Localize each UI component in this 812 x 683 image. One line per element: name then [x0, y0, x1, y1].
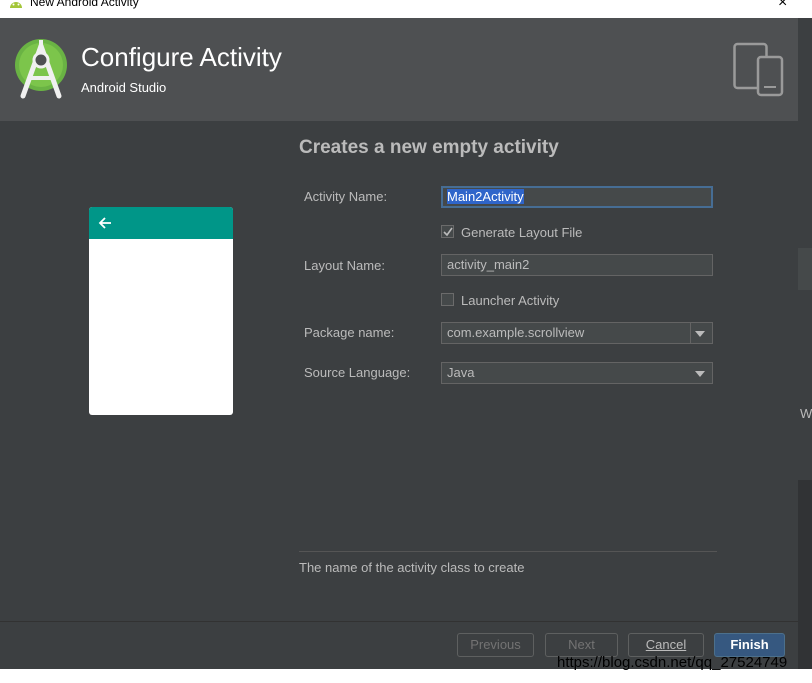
package-name-value: com.example.scrollview: [447, 325, 585, 340]
source-language-label: Source Language:: [304, 365, 411, 380]
window-title: New Android Activity: [30, 0, 139, 9]
source-language-select[interactable]: Java: [441, 362, 713, 384]
android-icon: [8, 0, 24, 11]
arrow-left-icon: [98, 215, 112, 234]
form-heading: Creates a new empty activity: [299, 137, 559, 158]
tablet-phone-icon: [733, 42, 785, 102]
launcher-activity-label: Launcher Activity: [461, 293, 560, 308]
activity-name-label: Activity Name:: [304, 189, 388, 204]
activity-name-value: Main2Activity: [447, 189, 524, 204]
close-icon[interactable]: ×: [778, 0, 787, 12]
divider: [299, 551, 717, 552]
layout-name-input[interactable]: activity_main2: [441, 254, 713, 276]
background-window-edge: W: [798, 18, 812, 683]
page-title: Configure Activity: [81, 42, 282, 72]
generate-layout-checkbox[interactable]: [441, 225, 454, 238]
background-text-fragment: W: [800, 406, 812, 421]
chevron-down-icon: [695, 331, 705, 337]
watermark-text: https://blog.csdn.net/qq_27524749: [557, 654, 788, 671]
generate-layout-label: Generate Layout File: [461, 225, 583, 240]
package-name-combobox[interactable]: com.example.scrollview: [441, 322, 713, 344]
package-dropdown-button[interactable]: [690, 323, 712, 343]
android-studio-logo-icon: [13, 38, 69, 104]
help-text: The name of the activity class to create: [299, 560, 525, 575]
wizard-content: Creates a new empty activity Activity Na…: [0, 121, 798, 621]
chevron-down-icon: [695, 371, 705, 377]
page-subtitle: Android Studio: [81, 80, 167, 95]
activity-preview: [89, 207, 233, 415]
previous-button[interactable]: Previous: [457, 633, 534, 657]
window-titlebar: New Android Activity ×: [0, 0, 812, 18]
source-language-value: Java: [447, 365, 475, 380]
layout-name-value: activity_main2: [447, 257, 530, 272]
checkmark-icon: [443, 227, 453, 237]
bottom-edge: [0, 669, 812, 683]
activity-name-input[interactable]: Main2Activity: [441, 186, 713, 208]
launcher-activity-checkbox[interactable]: [441, 293, 454, 306]
package-name-label: Package name:: [304, 325, 395, 340]
preview-app-bar: [89, 207, 233, 239]
wizard-header: Configure Activity Android Studio: [0, 18, 798, 121]
layout-name-label: Layout Name:: [304, 258, 385, 273]
